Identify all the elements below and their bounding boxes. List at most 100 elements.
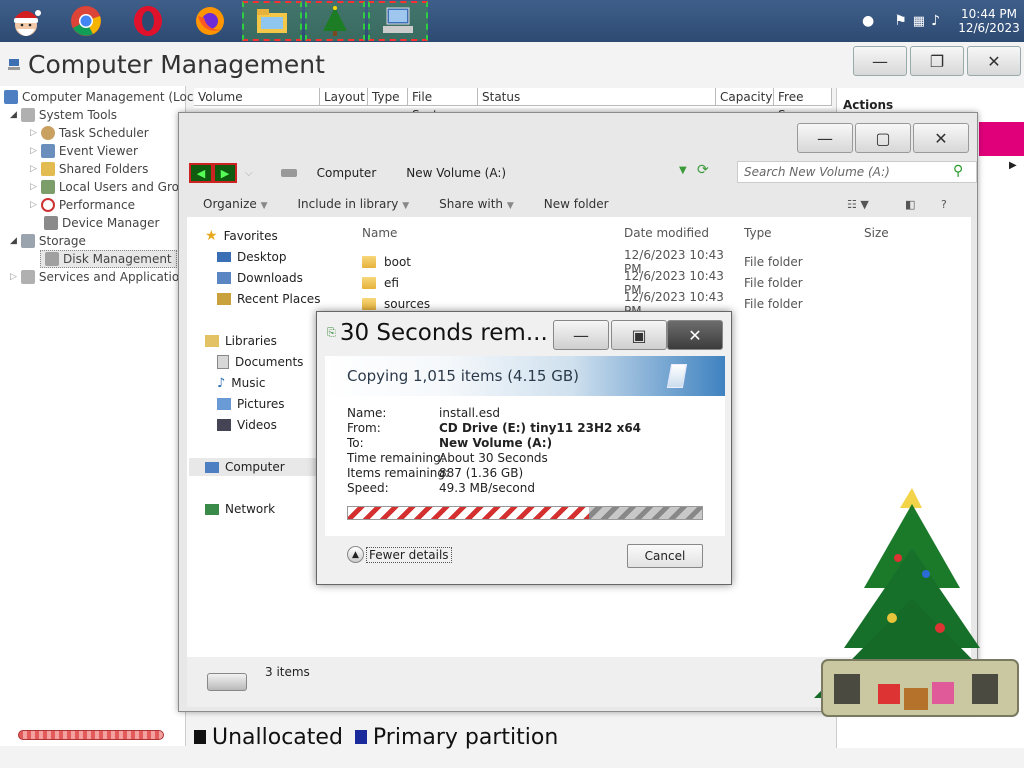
dialog-maximize-button[interactable]: ▣ xyxy=(611,320,667,350)
column-file-system[interactable]: File System xyxy=(408,88,478,122)
search-icon[interactable]: ⚲ xyxy=(953,163,963,179)
nav-videos[interactable]: Videos xyxy=(217,416,277,434)
column-layout[interactable]: Layout xyxy=(320,88,368,106)
new-folder-button[interactable]: New folder xyxy=(544,197,609,211)
services-icon xyxy=(20,270,35,284)
items-remaining-value: 887 (1.36 GB) xyxy=(439,466,524,480)
chrome-icon[interactable] xyxy=(68,3,104,39)
nav-downloads[interactable]: Downloads xyxy=(217,269,303,287)
file-type: File folder xyxy=(744,297,803,311)
share-with-button[interactable]: Share with ▼ xyxy=(439,197,514,211)
volume-table-header: Volume Layout Type File System Status Ca… xyxy=(194,88,832,122)
firefox-icon[interactable] xyxy=(192,3,228,39)
tree-system-tools[interactable]: ◢ System Tools xyxy=(10,106,117,124)
more-actions-arrow-icon[interactable]: ▶ xyxy=(1009,160,1017,171)
view-options-icon[interactable]: ☷ ▼ xyxy=(847,198,869,211)
refresh-icon[interactable]: ⟳ xyxy=(697,162,709,178)
console-tree: Computer Management (Local ◢ System Tools… xyxy=(0,86,204,746)
tree-services[interactable]: ▷ Services and Applications xyxy=(10,268,193,286)
nav-computer[interactable]: Computer xyxy=(189,458,329,476)
expand-icon: ◢ xyxy=(10,110,17,120)
opera-icon[interactable] xyxy=(130,3,166,39)
dot-icon: ● xyxy=(861,13,875,29)
column-volume[interactable]: Volume xyxy=(194,88,320,106)
column-type[interactable]: Type xyxy=(368,88,408,106)
dialog-footer: ▲ Fewer details Cancel xyxy=(325,536,725,580)
explorer-maximize-button[interactable]: ▢ xyxy=(855,123,911,153)
fewer-details-button[interactable]: ▲ Fewer details xyxy=(347,546,452,563)
help-icon[interactable]: ? xyxy=(941,198,947,211)
to-value[interactable]: New Volume (A:) xyxy=(439,436,552,450)
performance-icon xyxy=(40,198,55,212)
organize-button[interactable]: Organize ▼ xyxy=(203,197,268,211)
forward-button[interactable]: ▶ xyxy=(213,163,237,183)
dialog-close-button[interactable]: ✕ xyxy=(667,320,723,350)
drive-large-icon xyxy=(207,673,247,691)
minimize-button[interactable]: — xyxy=(853,46,907,76)
explorer-taskbar-icon[interactable] xyxy=(242,1,302,41)
tree-local-users[interactable]: ▷ Local Users and Group xyxy=(30,178,194,196)
nav-documents[interactable]: Documents xyxy=(217,353,303,371)
breadcrumb-volume[interactable]: New Volume (A:) xyxy=(406,166,506,180)
network-icon[interactable]: ▦ xyxy=(913,14,925,29)
preview-pane-icon[interactable]: ◧ xyxy=(905,198,915,211)
search-input[interactable]: Search New Volume (A:) xyxy=(737,161,977,183)
column-status[interactable]: Status xyxy=(478,88,716,106)
collapse-icon: ▷ xyxy=(30,146,37,156)
tree-task-scheduler[interactable]: ▷ Task Scheduler xyxy=(30,124,149,142)
explorer-minimize-button[interactable]: — xyxy=(797,123,853,153)
music-icon: ♪ xyxy=(217,375,226,391)
tree-device-manager[interactable]: Device Manager xyxy=(44,214,159,232)
file-type: File folder xyxy=(744,255,803,269)
address-dropdown-icon[interactable]: ▼ xyxy=(679,165,687,176)
tree-disk-management[interactable]: Disk Management xyxy=(40,250,177,268)
close-button[interactable]: ✕ xyxy=(967,46,1021,76)
tree-root[interactable]: Computer Management (Local xyxy=(4,88,204,106)
nav-music[interactable]: ♪ Music xyxy=(217,374,265,392)
dialog-minimize-button[interactable]: — xyxy=(553,320,609,350)
computer-management-taskbar-icon[interactable] xyxy=(368,1,428,41)
clock[interactable]: 10:44 PM 12/6/2023 xyxy=(954,7,1024,35)
file-name: boot xyxy=(384,255,412,269)
column-type[interactable]: Type xyxy=(744,226,772,246)
chevron-up-icon: ▲ xyxy=(347,546,364,563)
nav-favorites[interactable]: ★ Favorites xyxy=(205,227,278,245)
back-button[interactable]: ◀ xyxy=(189,163,213,183)
unallocated-swatch xyxy=(194,730,206,744)
column-capacity[interactable]: Capacity xyxy=(716,88,774,106)
nav-libraries[interactable]: Libraries xyxy=(205,332,277,350)
history-dropdown-icon[interactable]: ⌵ xyxy=(245,168,253,179)
tree-storage[interactable]: ◢ Storage xyxy=(10,232,86,250)
documents-icon xyxy=(217,355,229,369)
tree-event-viewer[interactable]: ▷ Event Viewer xyxy=(30,142,138,160)
tree-shared-folders[interactable]: ▷ Shared Folders xyxy=(30,160,148,178)
include-in-library-button[interactable]: Include in library ▼ xyxy=(298,197,410,211)
nav-network[interactable]: Network xyxy=(205,500,275,518)
downloads-icon xyxy=(217,272,231,284)
column-size[interactable]: Size xyxy=(864,226,889,246)
explorer-close-button[interactable]: ✕ xyxy=(913,123,969,153)
column-date-modified[interactable]: Date modified xyxy=(624,226,709,246)
star-icon xyxy=(900,488,922,508)
action-center-icon[interactable]: ⚑ xyxy=(894,13,907,29)
cancel-button[interactable]: Cancel xyxy=(627,544,703,568)
from-value[interactable]: CD Drive (E:) tiny11 23H2 x64 xyxy=(439,421,641,435)
nav-pictures[interactable]: Pictures xyxy=(217,395,285,413)
horizontal-scrollbar[interactable] xyxy=(18,730,164,740)
santa-icon[interactable] xyxy=(8,3,44,39)
volume-icon[interactable]: ♪ xyxy=(931,13,940,29)
command-bar: Organize ▼ Include in library ▼ Share wi… xyxy=(187,191,971,217)
clock-time: 10:44 PM xyxy=(961,7,1017,21)
xmas-tree-taskbar-icon[interactable] xyxy=(305,1,365,41)
christmas-tree-gadget[interactable] xyxy=(800,478,1024,722)
actions-title: Actions xyxy=(843,98,894,112)
column-free-space[interactable]: Free Spac xyxy=(774,88,832,122)
tree-performance[interactable]: ▷ Performance xyxy=(30,196,135,214)
maximize-button[interactable]: ❐ xyxy=(910,46,964,76)
maximize-icon: ▣ xyxy=(631,325,647,345)
column-name[interactable]: Name xyxy=(362,226,397,246)
nav-desktop[interactable]: Desktop xyxy=(217,248,287,266)
nav-recent-places[interactable]: Recent Places xyxy=(217,290,320,308)
collapse-icon: ▷ xyxy=(30,128,37,138)
breadcrumb-computer[interactable]: Computer xyxy=(317,166,377,180)
